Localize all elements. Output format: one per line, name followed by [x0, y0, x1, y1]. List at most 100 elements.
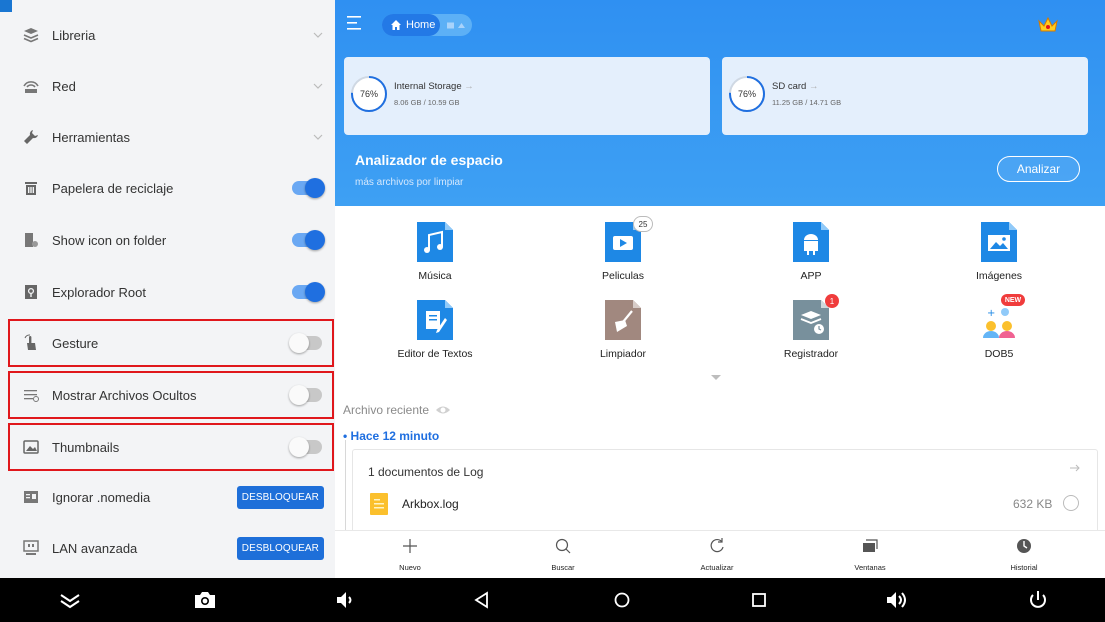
broom-icon: [605, 300, 641, 340]
power-icon[interactable]: [1025, 587, 1051, 613]
home-icon[interactable]: [609, 587, 635, 613]
drawer-item-label: Gesture: [52, 335, 99, 351]
nomedia-icon: [18, 484, 44, 510]
drawer-item-lan[interactable]: LAN avanzada DESBLOQUEAR: [10, 526, 332, 570]
analyze-button[interactable]: Analizar: [997, 156, 1080, 182]
volume-down-icon[interactable]: [333, 587, 359, 613]
drawer-item-herramientas[interactable]: Herramientas: [10, 115, 332, 159]
category-music[interactable]: Música: [365, 222, 505, 302]
premium-crown-icon[interactable]: [1037, 16, 1059, 34]
video-count-badge: 25: [633, 216, 653, 232]
drawer-item-red[interactable]: Red: [10, 64, 332, 108]
drawer-item-root[interactable]: Explorador Root: [10, 270, 332, 314]
drawer-item-show-icon[interactable]: Show icon on folder: [10, 218, 332, 262]
badge-text: 25: [638, 219, 648, 229]
category-label: Editor de Textos: [397, 348, 473, 360]
windows-button[interactable]: Ventanas: [815, 535, 925, 577]
storage-size: 11.25 GB / 14.71 GB: [772, 98, 842, 107]
new-button[interactable]: Nuevo: [355, 535, 465, 577]
music-icon: [417, 222, 453, 262]
chevron-down-icon[interactable]: [310, 129, 326, 145]
drawer-item-hidden-files[interactable]: Mostrar Archivos Ocultos: [8, 371, 334, 419]
expand-chevron-icon[interactable]: [710, 374, 722, 382]
category-label: Imágenes: [975, 270, 1023, 282]
arrow-right-icon[interactable]: [1069, 462, 1081, 474]
folder-icon-toggle[interactable]: [292, 230, 325, 250]
bottom-toolbar: Nuevo Buscar Actualizar Ventanas Histori…: [335, 530, 1105, 578]
gesture-toggle[interactable]: [289, 333, 322, 353]
menu-icon[interactable]: [345, 13, 365, 33]
category-images[interactable]: Imágenes: [929, 222, 1069, 302]
refresh-button[interactable]: Actualizar: [662, 535, 772, 577]
thumbnails-toggle[interactable]: [289, 437, 322, 457]
history-icon: [1017, 539, 1031, 553]
toggle-knob: [289, 437, 309, 457]
category-cleaner[interactable]: Limpiador: [553, 300, 693, 380]
drawer-item-label: Ignorar .nomedia: [52, 489, 151, 505]
category-app[interactable]: APP: [741, 222, 881, 302]
storage-percent: 76%: [359, 89, 378, 99]
category-text-editor[interactable]: Editor de Textos: [365, 300, 505, 380]
file-select-checkbox[interactable]: [1063, 495, 1079, 511]
hidden-files-toggle[interactable]: [289, 385, 322, 405]
recent-card-title: 1 documentos de Log: [368, 465, 484, 479]
camera-icon[interactable]: [192, 587, 218, 613]
chevron-down-icon[interactable]: [310, 78, 326, 94]
category-label: Música: [418, 270, 452, 282]
badge-text: 1: [829, 296, 835, 306]
home-icon: [391, 20, 401, 30]
notification-badge: 1: [825, 294, 839, 308]
sd-card-storage-card[interactable]: 76% SD card → 11.25 GB / 14.71 GB: [722, 57, 1088, 135]
internal-storage-card[interactable]: 76% Internal Storage → 8.06 GB / 10.59 G…: [344, 57, 710, 135]
history-button[interactable]: Historial: [969, 535, 1079, 577]
home-breadcrumb-button[interactable]: Home: [382, 14, 440, 36]
recent-files-card[interactable]: 1 documentos de Log Arkbox.log 632 KB: [352, 449, 1098, 539]
drawer-item-libreria[interactable]: Libreria: [10, 13, 332, 57]
drawer-item-nomedia[interactable]: Ignorar .nomedia DESBLOQUEAR: [10, 475, 332, 519]
search-button[interactable]: Buscar: [508, 535, 618, 577]
breadcrumb: Home: [382, 14, 472, 36]
log-file-icon: [370, 493, 388, 515]
drawer-item-label: Red: [52, 78, 76, 94]
back-icon[interactable]: [469, 587, 495, 613]
toolbar-label: Buscar: [551, 563, 575, 572]
corner-marker: [0, 0, 12, 12]
category-label: APP: [800, 270, 822, 282]
root-icon: [18, 279, 44, 305]
android-icon: [793, 222, 829, 262]
category-dob5[interactable]: + NEW DOB5: [929, 294, 1069, 380]
recents-icon[interactable]: [746, 587, 772, 613]
root-explorer-toggle[interactable]: [292, 282, 325, 302]
hidden-files-icon: [18, 382, 44, 408]
category-movies[interactable]: 25 Peliculas: [553, 216, 693, 302]
unlock-button[interactable]: DESBLOQUEAR: [236, 536, 324, 560]
home-label: Home: [406, 19, 436, 31]
category-recorder[interactable]: 1 Registrador: [741, 294, 881, 380]
eye-icon[interactable]: [435, 404, 451, 416]
recycle-bin-toggle[interactable]: [292, 178, 325, 198]
new-badge: NEW: [1001, 294, 1025, 306]
recent-time-label: • Hace 12 minuto: [343, 429, 440, 443]
unlock-button[interactable]: DESBLOQUEAR: [236, 485, 324, 509]
volume-up-icon[interactable]: [885, 587, 911, 613]
network-icon: [18, 73, 44, 99]
chevron-down-icon[interactable]: [310, 27, 326, 43]
screen: Libreria Red Herramientas Papelera de re…: [0, 0, 1105, 622]
toolbar-label: Nuevo: [399, 563, 421, 572]
category-label: Registrador: [783, 348, 839, 360]
arrow-right-icon: →: [808, 81, 819, 92]
file-name[interactable]: Arkbox.log: [402, 497, 459, 511]
collapse-icon[interactable]: [57, 587, 83, 613]
drawer-item-gesture[interactable]: Gesture: [8, 319, 334, 367]
file-size: 632 KB: [1013, 497, 1053, 511]
storage-name-text: SD card: [772, 81, 807, 92]
drawer-item-label: Explorador Root: [52, 284, 146, 300]
drawer-item-label: Thumbnails: [52, 439, 120, 455]
toolbar-label: Historial: [1010, 563, 1038, 572]
recent-heading-text: Archivo reciente: [343, 403, 430, 417]
toggle-knob: [289, 333, 309, 353]
toggle-knob: [305, 178, 325, 198]
game-icon: +: [981, 306, 1017, 340]
drawer-item-papelera[interactable]: Papelera de reciclaje: [10, 166, 332, 210]
drawer-item-thumbnails[interactable]: Thumbnails: [8, 423, 334, 471]
